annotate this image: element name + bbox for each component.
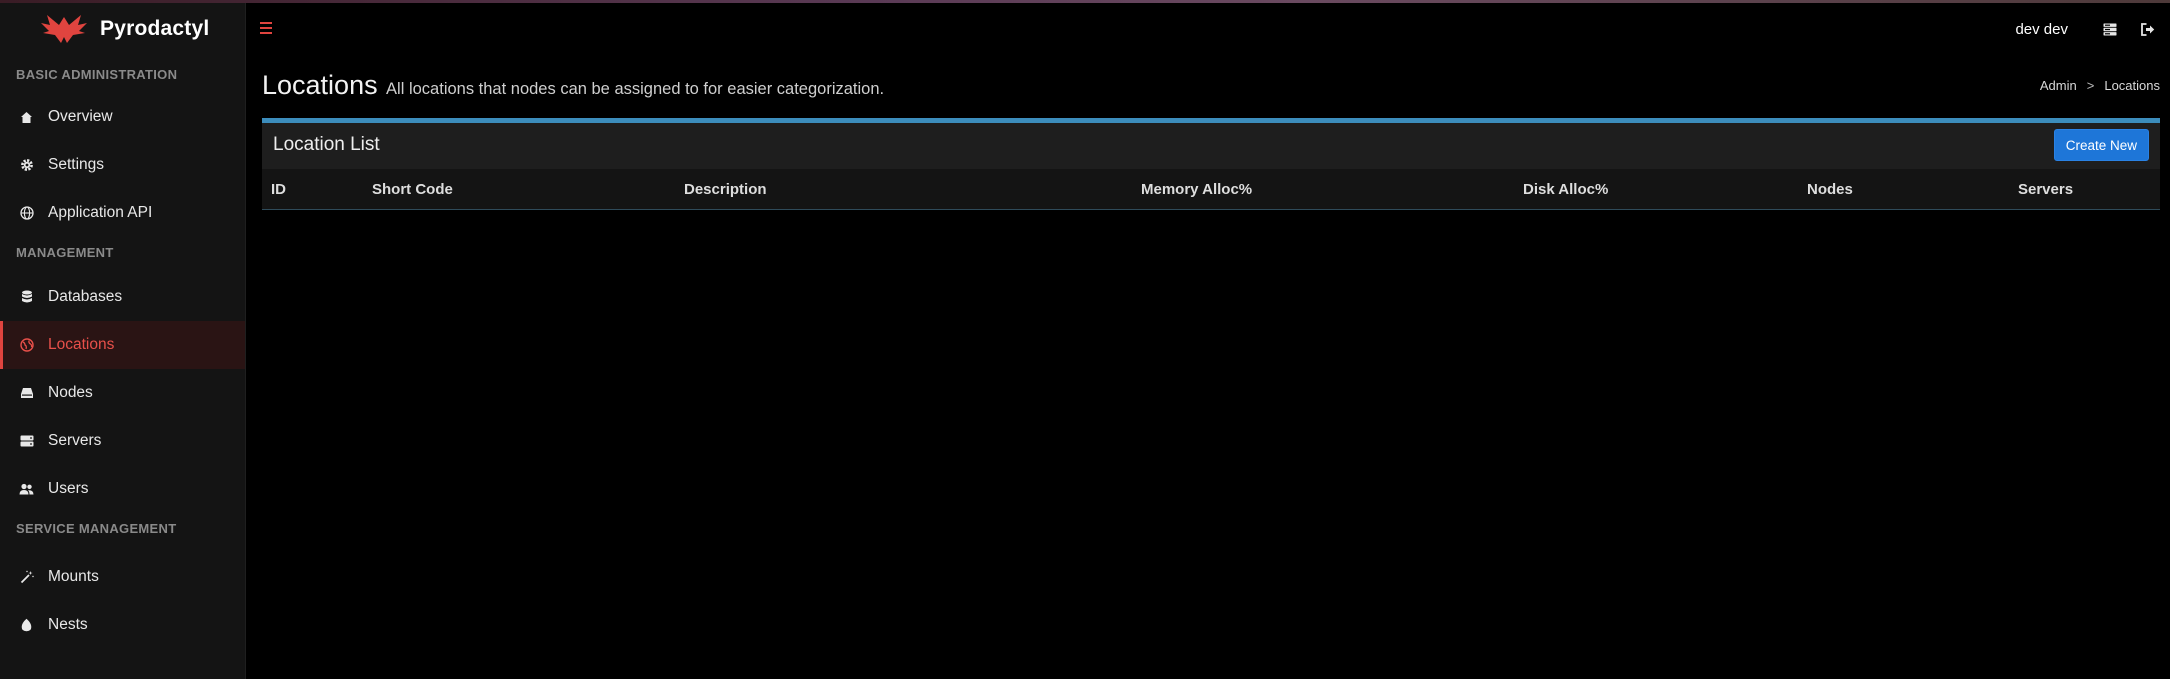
box-header: Location List Create New [262,123,2160,169]
users-icon [19,482,34,497]
globe-icon [19,206,34,221]
sign-out-icon[interactable] [2140,21,2156,37]
content-header: Locations All locations that nodes can b… [262,70,2160,110]
sidebar-item-overview[interactable]: Overview [0,93,245,141]
sidebar-item-nodes[interactable]: Nodes [0,369,245,417]
column-header-disk-alloc: Disk Alloc% [1523,181,1609,198]
home-icon [19,110,34,125]
sidebar-item-label: Settings [48,156,105,173]
section-header-basic-administration: BASIC ADMINISTRATION [16,67,178,82]
sidebar-item-nests[interactable]: Nests [0,601,245,649]
page-title: Locations [262,70,378,100]
sidebar-item-label: Users [48,480,89,497]
column-header-servers: Servers [2018,181,2074,198]
column-header-memory-alloc: Memory Alloc% [1141,181,1253,198]
node-icon [19,386,34,401]
breadcrumb: Admin > Locations [2040,78,2160,93]
hamburger-icon[interactable] [260,19,280,39]
sidebar-item-settings[interactable]: Settings [0,141,245,189]
section-header-service-management: SERVICE MANAGEMENT [16,521,177,536]
sidebar-item-label: Nodes [48,384,93,401]
location-list-box: Location List Create New ID Short Code D… [262,118,2160,210]
locations-table-header: ID Short Code Description Memory Alloc% … [262,169,2160,210]
server-list-icon[interactable] [2102,21,2118,37]
sidebar-item-databases[interactable]: Databases [0,273,245,321]
sidebar-item-label: Nests [48,616,88,633]
magic-wand-icon [19,570,34,585]
top-navbar: dev dev [246,3,2170,55]
sidebar-item-label: Mounts [48,568,99,585]
section-header-management: MANAGEMENT [16,245,114,260]
column-header-description: Description [684,181,767,198]
sidebar-item-label: Servers [48,432,102,449]
column-header-id: ID [271,181,286,198]
navbar-right: dev dev [2015,3,2156,55]
sidebar-item-label: Overview [48,108,113,125]
sidebar-item-mounts[interactable]: Mounts [0,553,245,601]
sidebar: Pyrodactyl BASIC ADMINISTRATION Overview… [0,3,246,679]
sidebar-item-servers[interactable]: Servers [0,417,245,465]
pyrodactyl-logo-icon [38,9,90,49]
column-header-short-code: Short Code [372,181,453,198]
brand[interactable]: Pyrodactyl [0,3,245,55]
breadcrumb-admin[interactable]: Admin [2040,78,2077,93]
egg-icon [19,618,34,633]
create-new-button[interactable]: Create New [2053,129,2149,161]
box-title: Location List [273,134,380,155]
sidebar-item-application-api[interactable]: Application API [0,189,245,237]
database-icon [19,290,34,305]
column-header-nodes: Nodes [1807,181,1853,198]
sidebar-item-label: Databases [48,288,123,305]
sidebar-item-locations[interactable]: Locations [0,321,245,369]
sidebar-item-users[interactable]: Users [0,465,245,513]
sidebar-item-label: Application API [48,204,153,221]
user-menu[interactable]: dev dev [2015,21,2068,38]
gear-icon [19,158,34,173]
globe-icon [19,338,34,353]
breadcrumb-locations: Locations [2104,78,2160,93]
server-icon [19,434,34,449]
brand-name: Pyrodactyl [100,17,210,40]
sidebar-item-label: Locations [48,336,115,353]
breadcrumb-separator: > [2086,78,2095,93]
page-subtitle: All locations that nodes can be assigned… [386,80,885,98]
